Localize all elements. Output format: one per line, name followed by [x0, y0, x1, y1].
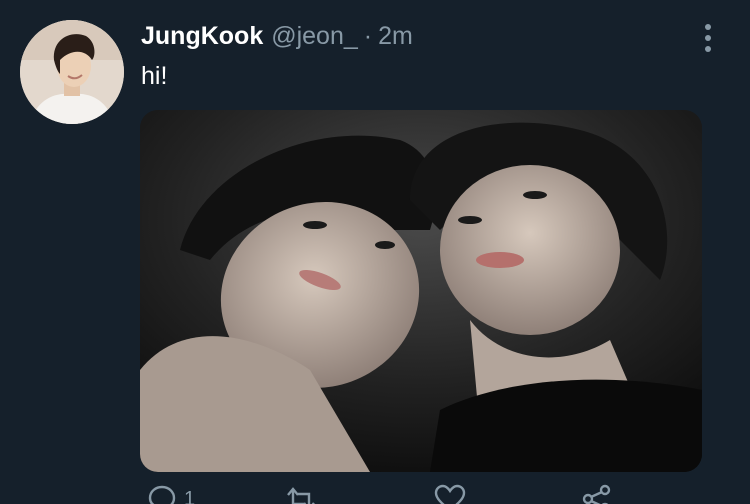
more-vertical-icon[interactable] [696, 24, 720, 52]
photo-image [140, 110, 702, 472]
heart-icon [434, 484, 466, 504]
tweet-photo[interactable] [140, 110, 702, 472]
timestamp[interactable]: 2m [378, 22, 413, 51]
tweet-text: hi! [141, 62, 168, 90]
author-handle[interactable]: @jeon_ [271, 22, 358, 51]
avatar-image [20, 20, 124, 124]
tweet: JungKook @jeon_ · 2m hi! 1 [0, 0, 750, 504]
retweet-button[interactable] [284, 484, 324, 504]
share-button[interactable] [580, 484, 620, 504]
like-button[interactable] [433, 484, 473, 504]
more-dot [705, 35, 711, 41]
more-dot [705, 46, 711, 52]
more-dot [705, 24, 711, 30]
tweet-actions: 1 [140, 484, 620, 504]
tweet-header: JungKook @jeon_ · 2m [141, 22, 413, 51]
share-icon [582, 484, 611, 504]
author-name[interactable]: JungKook [141, 22, 263, 51]
header-separator: · [363, 22, 373, 50]
reply-icon [148, 485, 176, 504]
reply-button[interactable]: 1 [144, 484, 195, 504]
retweet-icon [287, 487, 315, 504]
avatar[interactable] [20, 20, 124, 124]
reply-count: 1 [184, 487, 196, 504]
